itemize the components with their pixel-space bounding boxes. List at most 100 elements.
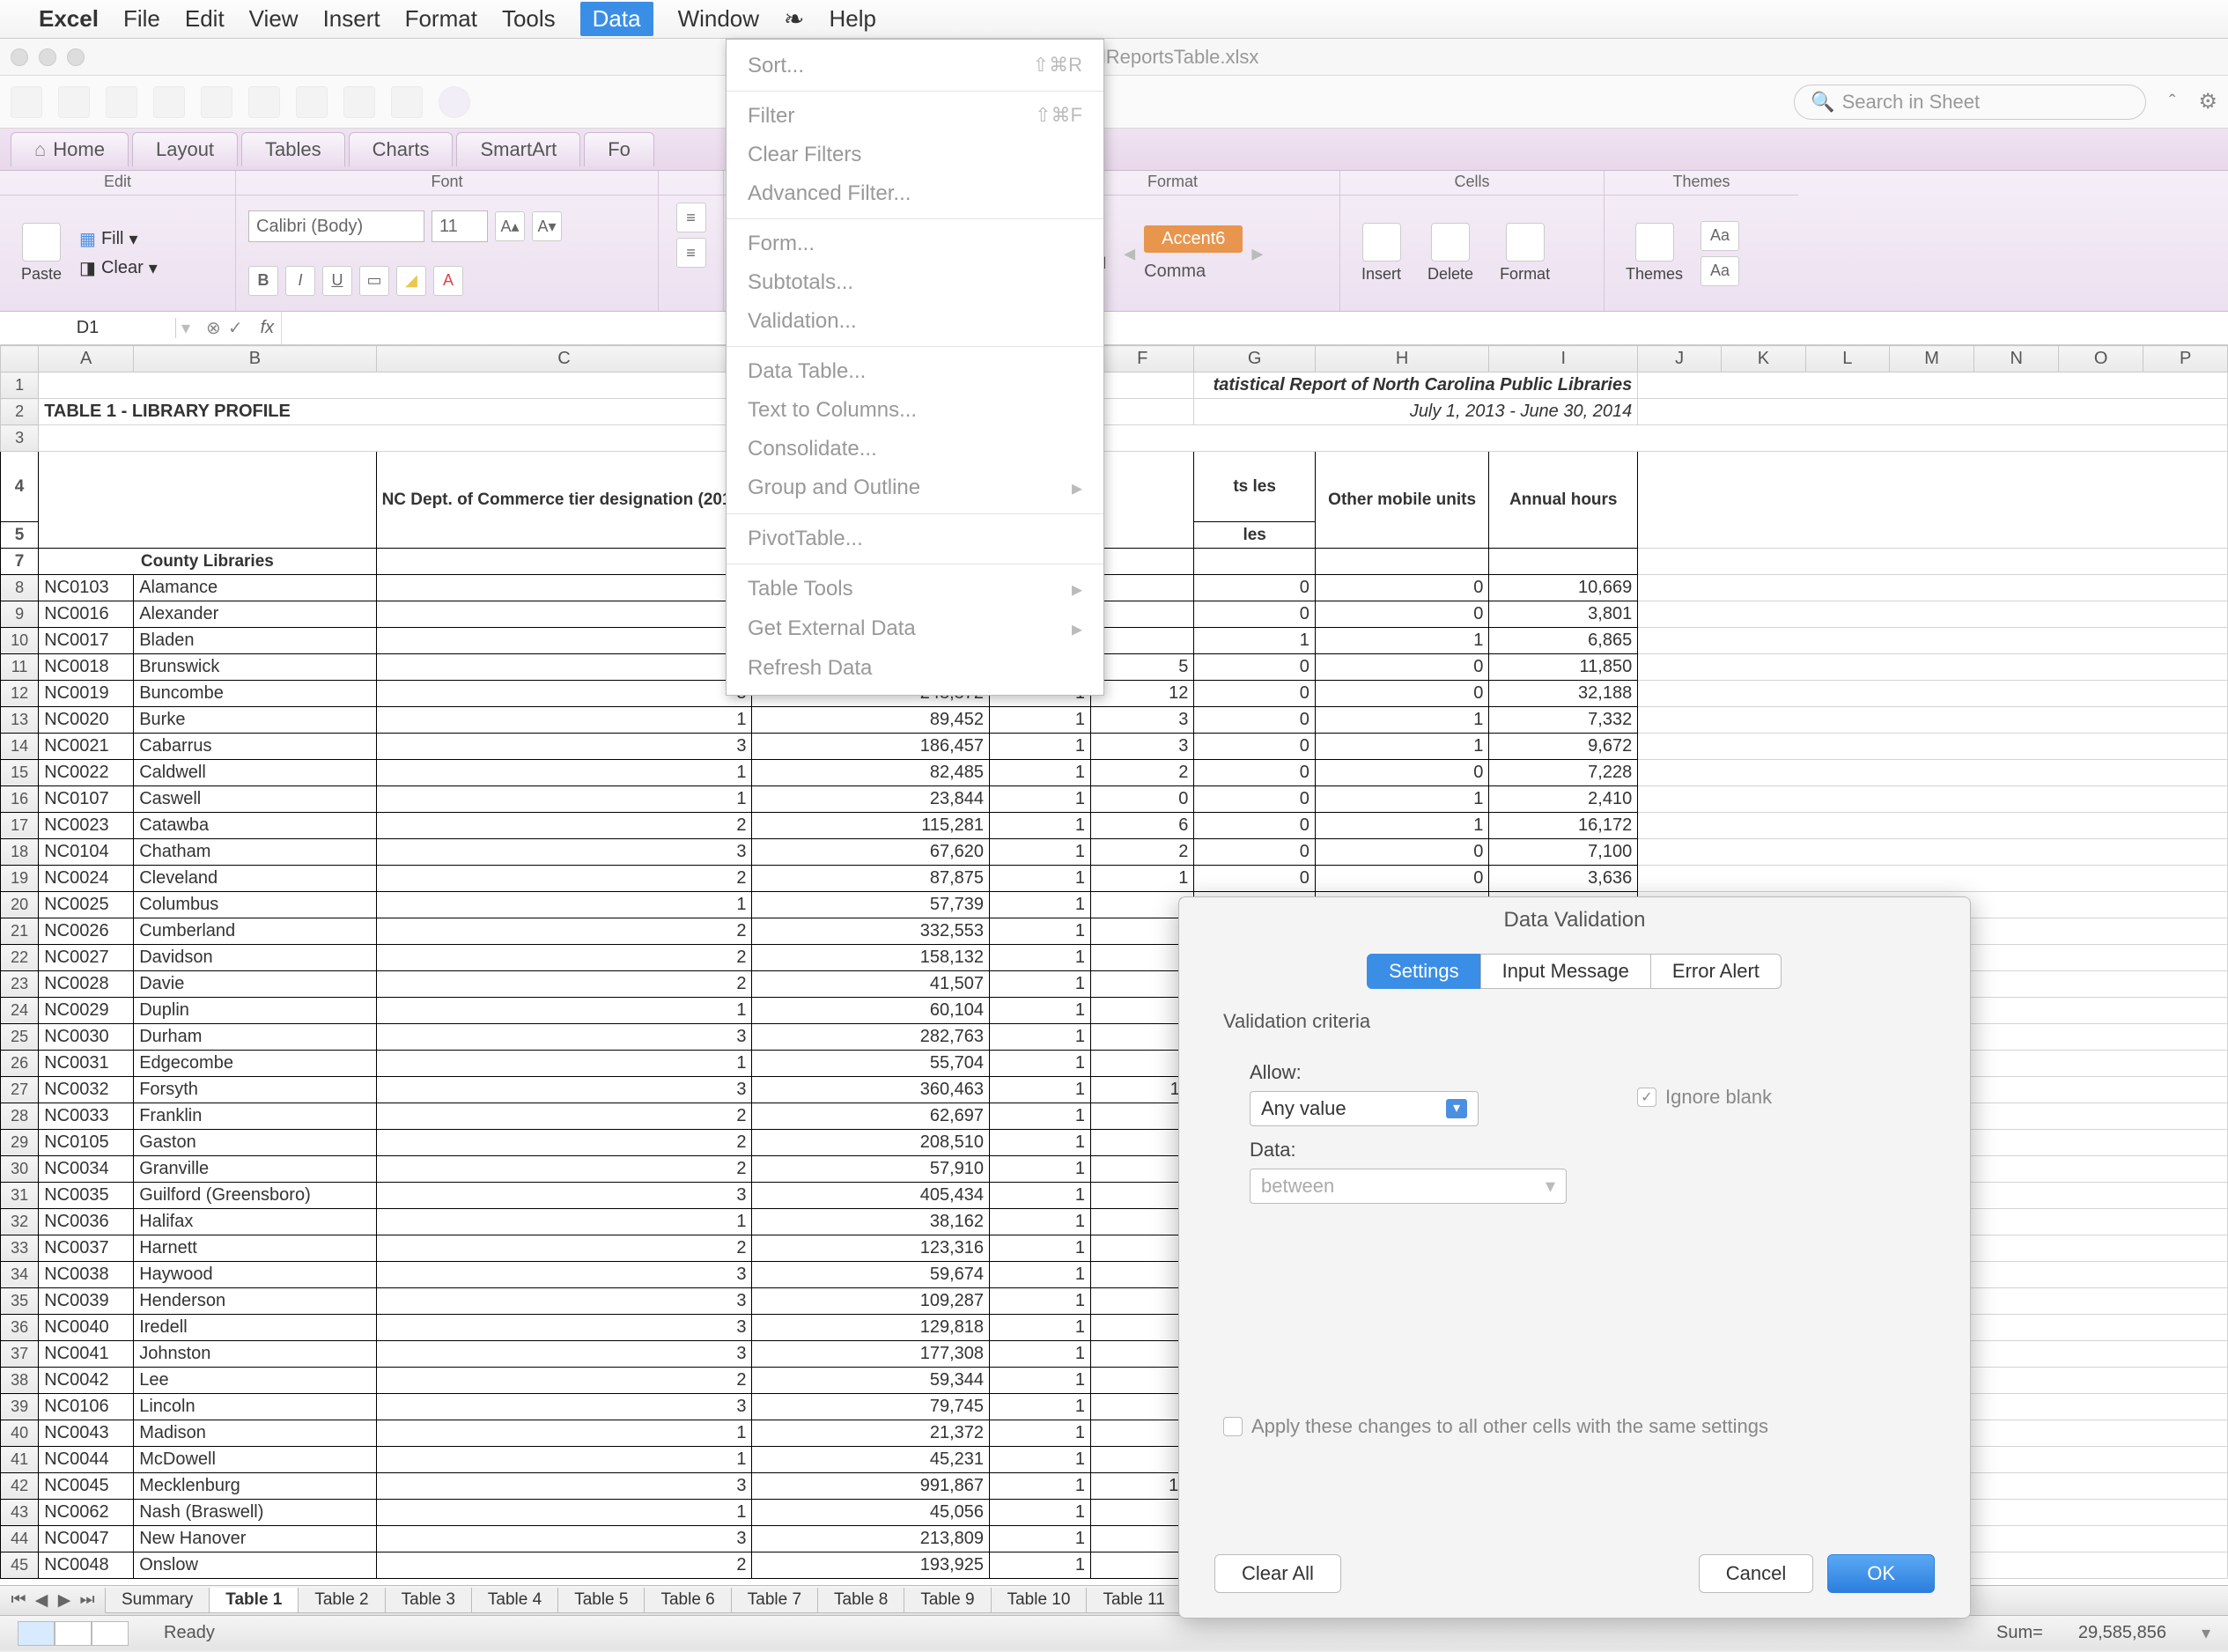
cell[interactable]: 0: [1194, 866, 1315, 892]
clear-button[interactable]: ◨Clear▾: [79, 257, 158, 279]
cell[interactable]: 0: [1194, 786, 1315, 813]
cell[interactable]: 45,056: [752, 1500, 990, 1526]
cell[interactable]: 1: [990, 892, 1091, 918]
row-header[interactable]: 17: [1, 813, 39, 839]
cell[interactable]: 1: [990, 734, 1091, 760]
cell[interactable]: 3: [376, 1077, 752, 1103]
cell[interactable]: 3,801: [1489, 601, 1638, 628]
cell[interactable]: Gaston: [134, 1130, 376, 1156]
font-color-button[interactable]: A: [433, 266, 463, 296]
cell[interactable]: NC0048: [39, 1552, 134, 1579]
cell[interactable]: NC0103: [39, 575, 134, 601]
row-header[interactable]: 44: [1, 1526, 39, 1552]
cell[interactable]: 3: [376, 734, 752, 760]
cell[interactable]: 3: [376, 1024, 752, 1051]
sheet-tab[interactable]: Table 7: [731, 1588, 818, 1613]
cell[interactable]: 79,745: [752, 1394, 990, 1420]
cell[interactable]: 1: [376, 1420, 752, 1447]
cell[interactable]: NC0039: [39, 1288, 134, 1315]
cell[interactable]: 57,739: [752, 892, 990, 918]
cell[interactable]: 360,463: [752, 1077, 990, 1103]
cell[interactable]: NC0042: [39, 1368, 134, 1394]
cell[interactable]: 0: [1194, 654, 1315, 681]
row-header[interactable]: 5: [1, 522, 39, 549]
cell[interactable]: 1: [990, 1024, 1091, 1051]
cell[interactable]: 1: [990, 1447, 1091, 1473]
cell[interactable]: NC0037: [39, 1235, 134, 1262]
paste-button[interactable]: Paste: [12, 219, 70, 287]
row-header[interactable]: 37: [1, 1341, 39, 1368]
cell[interactable]: Edgecombe: [134, 1051, 376, 1077]
col-header[interactable]: F: [1091, 346, 1194, 372]
row-header[interactable]: 18: [1, 839, 39, 866]
qat-new-icon[interactable]: [11, 86, 42, 118]
cell[interactable]: 1: [376, 707, 752, 734]
cell[interactable]: McDowell: [134, 1447, 376, 1473]
cell[interactable]: 3: [376, 1394, 752, 1420]
row-header[interactable]: 11: [1, 654, 39, 681]
row-header[interactable]: 41: [1, 1447, 39, 1473]
cell[interactable]: Franklin: [134, 1103, 376, 1130]
menu-text-to-columns[interactable]: Text to Columns...: [727, 391, 1103, 430]
cell[interactable]: 1: [990, 839, 1091, 866]
cell[interactable]: NC0030: [39, 1024, 134, 1051]
ribbon-tab-formulas[interactable]: Fo: [584, 132, 654, 166]
cell[interactable]: 129,818: [752, 1315, 990, 1341]
theme-fonts-button[interactable]: Aa: [1701, 256, 1739, 286]
cell[interactable]: 1: [990, 707, 1091, 734]
cell[interactable]: 1: [990, 1500, 1091, 1526]
ok-button[interactable]: OK: [1827, 1554, 1935, 1593]
cell[interactable]: 1: [376, 892, 752, 918]
menu-validation[interactable]: Validation...: [727, 302, 1103, 341]
font-name-select[interactable]: Calibri (Body): [248, 210, 424, 242]
cell[interactable]: NC0062: [39, 1500, 134, 1526]
cell[interactable]: Davidson: [134, 945, 376, 971]
view-break-button[interactable]: [92, 1621, 129, 1646]
qat-sigma-icon[interactable]: [296, 86, 328, 118]
cell[interactable]: 186,457: [752, 734, 990, 760]
row-header[interactable]: 45: [1, 1552, 39, 1579]
cell[interactable]: 1: [990, 866, 1091, 892]
cell[interactable]: NC0018: [39, 654, 134, 681]
row-header[interactable]: 4: [1, 452, 39, 522]
cell[interactable]: 1: [990, 1420, 1091, 1447]
style-prev-button[interactable]: ◂: [1124, 240, 1135, 267]
delete-cells-button[interactable]: Delete: [1419, 219, 1482, 287]
cell[interactable]: NC0106: [39, 1394, 134, 1420]
cell[interactable]: Buncombe: [134, 681, 376, 707]
cell[interactable]: 1: [376, 628, 752, 654]
cell[interactable]: 0: [1194, 681, 1315, 707]
cell[interactable]: 282,763: [752, 1024, 990, 1051]
sheet-tab[interactable]: Table 8: [817, 1588, 904, 1613]
cell[interactable]: 0: [1315, 654, 1488, 681]
cell[interactable]: 11,850: [1489, 654, 1638, 681]
cell[interactable]: NC0028: [39, 971, 134, 998]
close-window-button[interactable]: [11, 48, 28, 66]
col-header[interactable]: C: [376, 346, 752, 372]
col-header[interactable]: H: [1315, 346, 1488, 372]
menu-format[interactable]: Format: [405, 5, 477, 33]
cell[interactable]: 1: [1194, 628, 1315, 654]
cell[interactable]: [1091, 601, 1194, 628]
cell[interactable]: 1: [990, 1209, 1091, 1235]
row-header[interactable]: 2: [1, 399, 39, 425]
cell[interactable]: 1: [990, 1315, 1091, 1341]
cell[interactable]: 3: [376, 1288, 752, 1315]
cell[interactable]: 1: [990, 1368, 1091, 1394]
qat-redo-icon[interactable]: [248, 86, 280, 118]
cell[interactable]: 2: [376, 945, 752, 971]
row-header[interactable]: 20: [1, 892, 39, 918]
qat-help-icon[interactable]: [439, 86, 470, 118]
cell[interactable]: 1: [990, 1262, 1091, 1288]
cell[interactable]: 1: [376, 998, 752, 1024]
row-header[interactable]: 38: [1, 1368, 39, 1394]
fill-color-button[interactable]: ◢: [396, 266, 426, 296]
cell[interactable]: Caswell: [134, 786, 376, 813]
menu-view[interactable]: View: [249, 5, 299, 33]
row-header[interactable]: 26: [1, 1051, 39, 1077]
cell[interactable]: Cleveland: [134, 866, 376, 892]
cell[interactable]: 3,636: [1489, 866, 1638, 892]
style-comma[interactable]: Comma: [1144, 262, 1243, 282]
view-normal-button[interactable]: [18, 1621, 55, 1646]
cell[interactable]: 0: [1194, 734, 1315, 760]
